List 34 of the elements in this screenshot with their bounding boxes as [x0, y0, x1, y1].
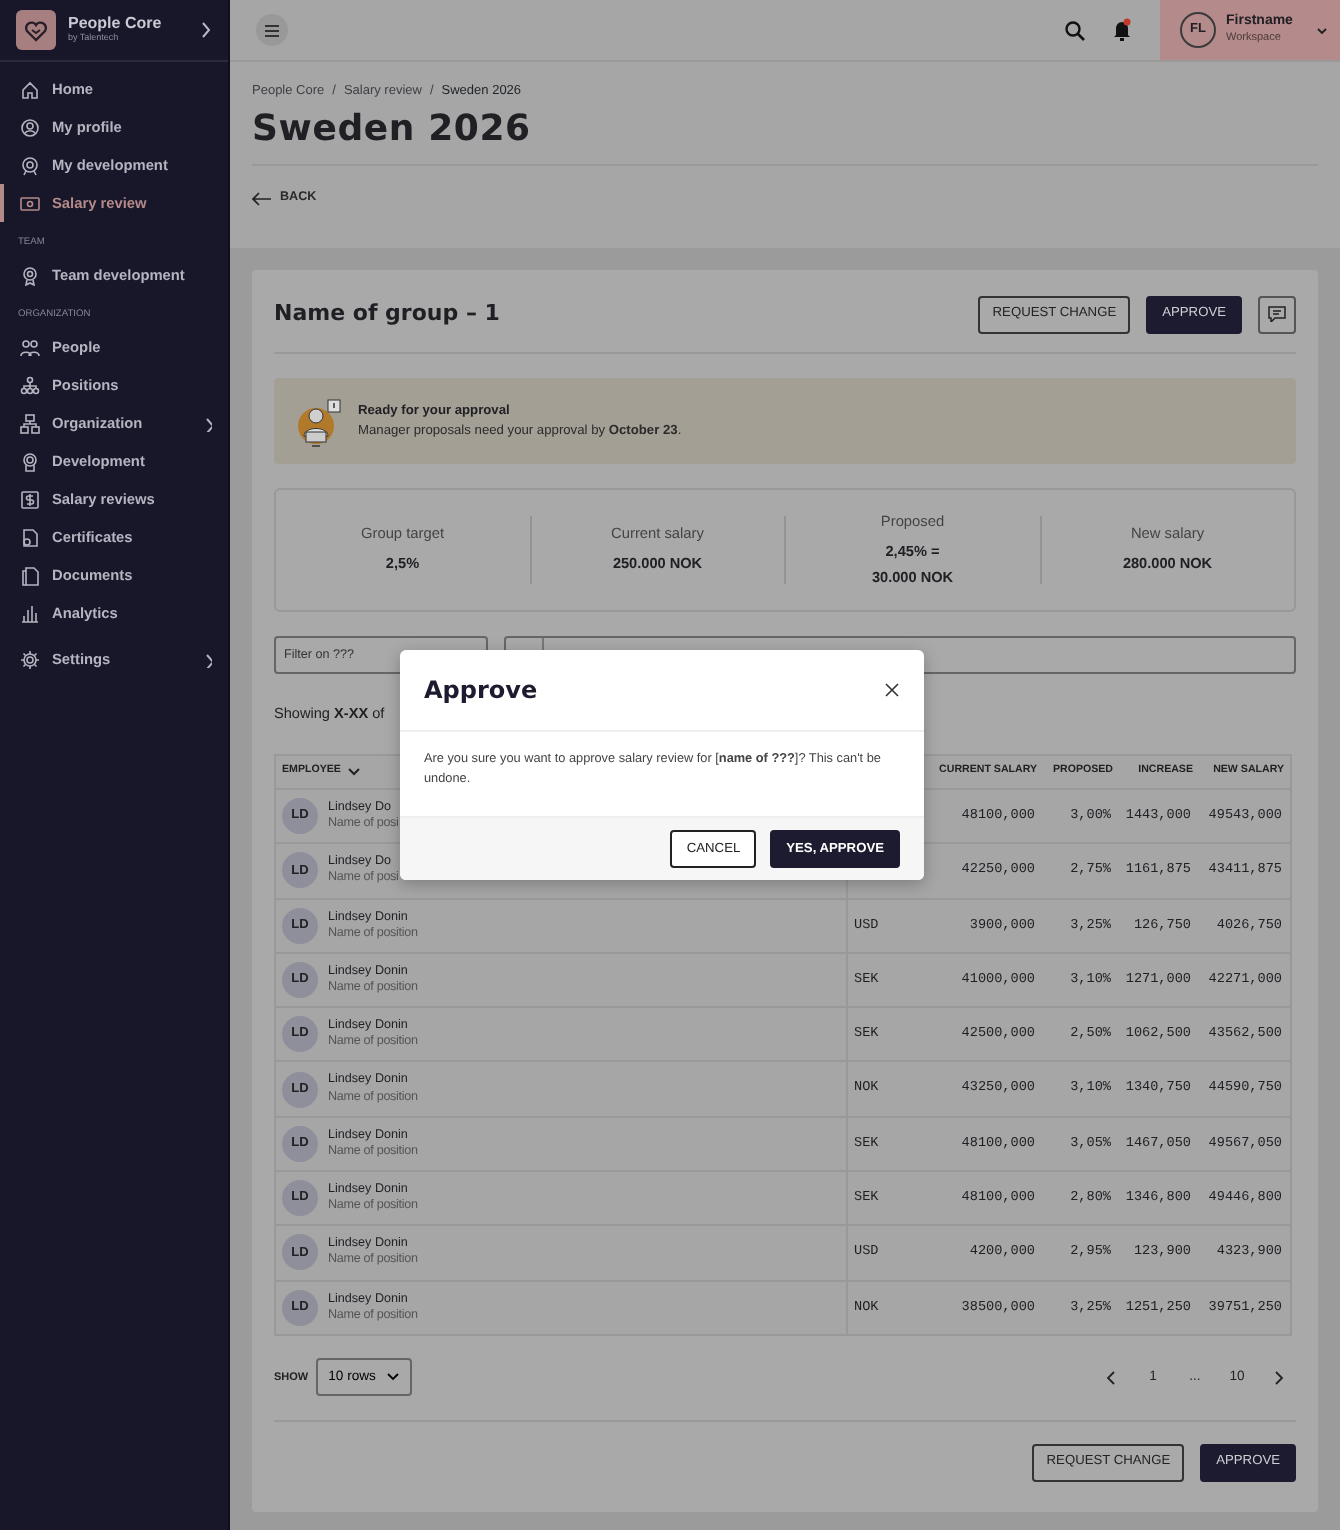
chevron-left-icon[interactable]: [1106, 1369, 1116, 1386]
org-chart-icon: [20, 413, 40, 434]
group-title: Name of group – 1: [274, 297, 502, 330]
chevron-right-icon[interactable]: [1274, 1369, 1284, 1386]
certificate-icon: [20, 527, 40, 548]
logo-icon[interactable]: [16, 10, 56, 50]
chat-icon: [1268, 306, 1286, 322]
dollar-icon: [20, 489, 40, 510]
badge-icon: [20, 265, 40, 286]
menu-icon: [264, 23, 280, 37]
search-icon[interactable]: [1064, 19, 1086, 41]
chevron-down-icon: [1316, 25, 1328, 35]
bar-chart-icon: [20, 603, 40, 624]
chevron-down-icon: [385, 1372, 400, 1383]
document-icon: [20, 565, 40, 586]
close-button[interactable]: [880, 678, 904, 702]
bell-icon[interactable]: [1112, 18, 1132, 42]
dialog-title: Approve: [424, 675, 538, 705]
page-title: Sweden 2026: [252, 107, 533, 151]
gear-icon: [20, 649, 40, 670]
menu-button[interactable]: [256, 14, 288, 46]
sort-caret-icon: [348, 767, 361, 776]
people-icon: [20, 337, 40, 358]
chevron-right-icon[interactable]: [196, 20, 212, 40]
award-icon: [20, 451, 40, 472]
arrow-left-icon: [252, 191, 272, 206]
target-icon: [20, 155, 40, 175]
money-icon: [20, 193, 40, 213]
person-icon: [20, 117, 40, 137]
person-at-laptop-icon: [294, 395, 342, 447]
hierarchy-icon: [20, 375, 40, 396]
comment-button[interactable]: [1258, 295, 1296, 333]
brand-name: People Core: [68, 15, 162, 32]
home-icon: [20, 79, 40, 99]
